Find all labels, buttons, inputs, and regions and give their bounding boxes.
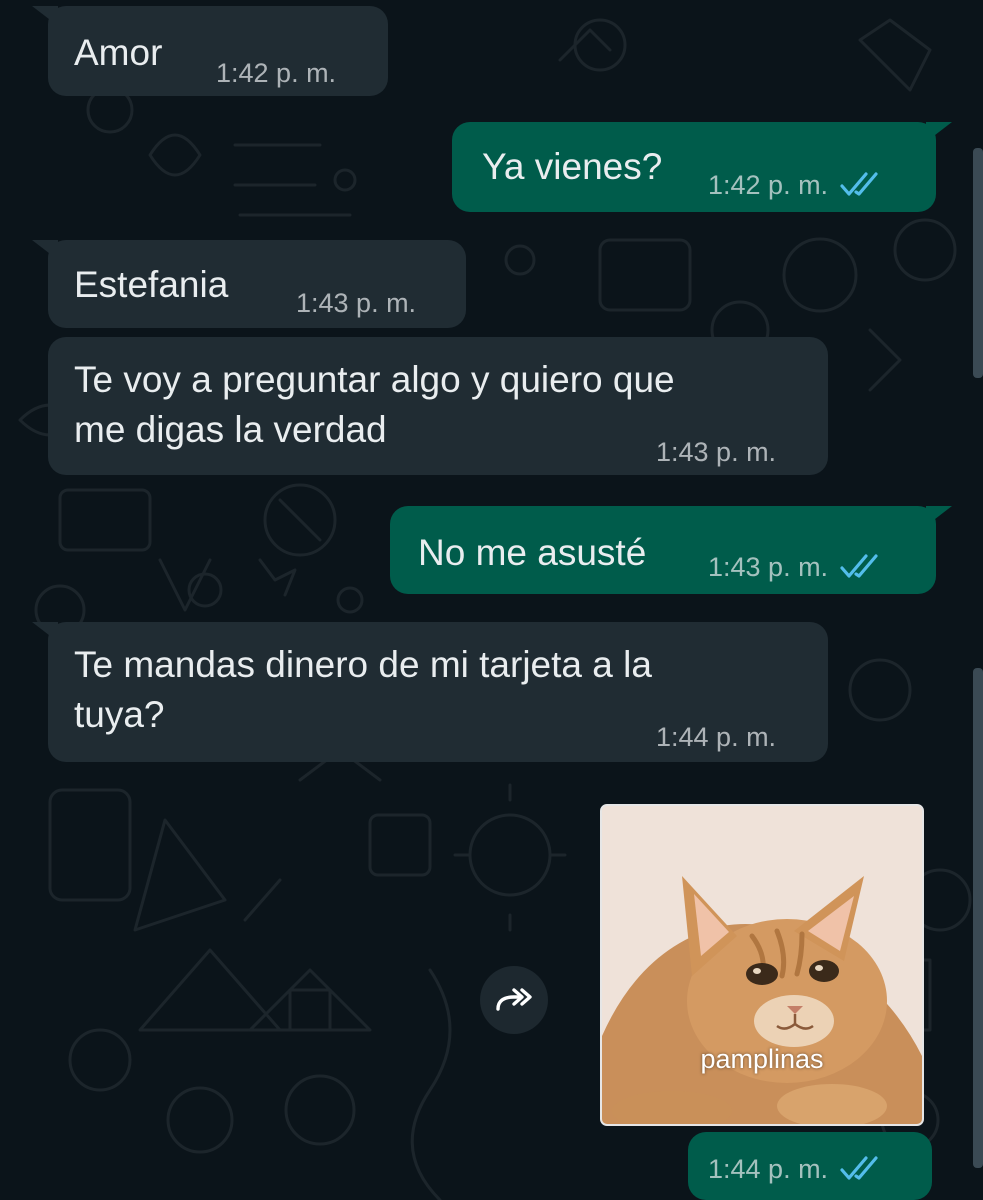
message-outgoing-meta[interactable]: 1:44 p. m. <box>688 1132 932 1200</box>
double-check-icon <box>840 1156 878 1180</box>
message-text: Amor <box>74 32 163 73</box>
message-text: Ya vienes? <box>482 146 663 187</box>
message-time: 1:44 p. m. <box>708 1154 882 1184</box>
scrollbar-thumb[interactable] <box>973 668 983 1168</box>
message-time: 1:43 p. m. <box>708 552 882 582</box>
time-label: 1:44 p. m. <box>656 722 777 752</box>
scrollbar-thumb[interactable] <box>973 148 983 378</box>
bubble-tail <box>32 6 58 26</box>
bubble-tail <box>926 122 952 142</box>
time-label: 1:42 p. m. <box>216 58 337 88</box>
forward-icon <box>496 988 532 1011</box>
message-time: 1:42 p. m. <box>216 58 336 88</box>
time-label: 1:43 p. m. <box>656 437 777 467</box>
message-incoming[interactable]: Te mandas dinero de mi tarjeta a la tuya… <box>32 622 828 762</box>
time-label: 1:44 p. m. <box>708 1154 829 1184</box>
bubble-tail <box>926 506 952 526</box>
message-text-line: me digas la verdad <box>74 409 387 450</box>
message-text-line: tuya? <box>74 694 165 735</box>
message-time: 1:42 p. m. <box>708 170 882 200</box>
cat-illustration <box>602 806 922 1124</box>
message-text: No me asusté <box>418 532 647 573</box>
message-incoming[interactable]: Amor 1:42 p. m. <box>32 6 388 96</box>
message-text: Estefania <box>74 264 229 305</box>
sticker-caption: pamplinas <box>700 1044 824 1074</box>
message-time: 1:43 p. m. <box>296 288 416 318</box>
time-label: 1:42 p. m. <box>708 170 829 200</box>
message-outgoing[interactable]: No me asusté 1:43 p. m. <box>390 506 952 594</box>
forward-button[interactable] <box>480 966 548 1034</box>
time-label: 1:43 p. m. <box>708 552 829 582</box>
message-incoming[interactable]: Te voy a preguntar algo y quiero que me … <box>48 337 828 475</box>
time-label: 1:43 p. m. <box>296 288 417 318</box>
message-time: 1:44 p. m. <box>656 722 776 752</box>
sticker-image[interactable]: pamplinas <box>600 804 924 1126</box>
message-time: 1:43 p. m. <box>656 437 776 467</box>
double-check-icon <box>840 554 878 578</box>
bubble-tail <box>32 622 58 642</box>
message-incoming[interactable]: Estefania 1:43 p. m. <box>32 240 466 328</box>
bubble-tail <box>32 240 58 260</box>
message-text-line: Te mandas dinero de mi tarjeta a la <box>74 644 652 685</box>
message-outgoing[interactable]: Ya vienes? 1:42 p. m. <box>452 122 952 212</box>
message-text-line: Te voy a preguntar algo y quiero que <box>74 359 675 400</box>
double-check-icon <box>840 172 878 196</box>
